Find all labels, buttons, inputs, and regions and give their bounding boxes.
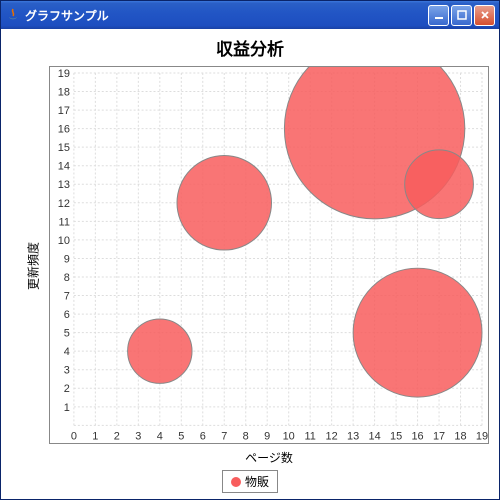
svg-text:2: 2 [114,430,120,442]
y-axis-label: 更新頻度 [25,242,42,290]
svg-text:13: 13 [347,430,359,442]
svg-text:15: 15 [58,142,70,154]
legend-swatch-icon [231,477,241,487]
svg-text:11: 11 [304,430,315,442]
svg-text:19: 19 [476,430,488,442]
svg-text:5: 5 [178,430,184,442]
svg-text:5: 5 [64,328,70,340]
svg-text:1: 1 [64,402,70,414]
svg-text:18: 18 [58,87,70,99]
svg-text:15: 15 [390,430,402,442]
svg-text:2: 2 [64,383,70,395]
svg-text:16: 16 [411,430,423,442]
chart-area: 更新頻度 01234567891011121314151617181912345… [49,66,489,466]
legend: 物販 [1,468,499,495]
svg-text:1: 1 [92,430,98,442]
svg-text:3: 3 [135,430,141,442]
svg-text:9: 9 [264,430,270,442]
svg-text:7: 7 [64,291,70,303]
titlebar[interactable]: グラフサンプル [1,1,499,29]
svg-text:12: 12 [58,198,70,210]
close-button[interactable] [474,5,495,26]
svg-text:6: 6 [64,309,70,321]
chart-plot: 0123456789101112131415161718191234567891… [49,66,489,444]
svg-text:0: 0 [71,430,77,442]
svg-text:11: 11 [59,216,70,228]
chart-title: 収益分析 [1,29,499,62]
java-icon [5,7,21,23]
svg-text:17: 17 [433,430,445,442]
svg-text:3: 3 [64,365,70,377]
svg-text:6: 6 [200,430,206,442]
svg-text:4: 4 [157,430,163,442]
svg-text:14: 14 [58,161,70,173]
window-controls [428,5,495,26]
minimize-button[interactable] [428,5,449,26]
svg-text:7: 7 [221,430,227,442]
svg-text:9: 9 [64,253,70,265]
svg-text:10: 10 [58,235,70,247]
window-title: グラフサンプル [25,7,428,24]
app-window: グラフサンプル 収益分析 更新頻度 0123456789101112131415… [0,0,500,500]
svg-text:19: 19 [58,68,70,80]
svg-text:17: 17 [58,105,70,117]
svg-text:10: 10 [283,430,295,442]
svg-text:4: 4 [64,346,70,358]
svg-text:13: 13 [58,179,70,191]
svg-text:14: 14 [369,430,381,442]
svg-text:8: 8 [243,430,249,442]
x-axis-label: ページ数 [49,449,489,466]
svg-text:8: 8 [64,272,70,284]
legend-box: 物販 [222,470,278,493]
legend-label: 物販 [245,473,269,490]
svg-text:12: 12 [326,430,338,442]
svg-text:18: 18 [454,430,466,442]
svg-text:16: 16 [58,124,70,136]
maximize-button[interactable] [451,5,472,26]
content-area: 収益分析 更新頻度 012345678910111213141516171819… [1,29,499,499]
